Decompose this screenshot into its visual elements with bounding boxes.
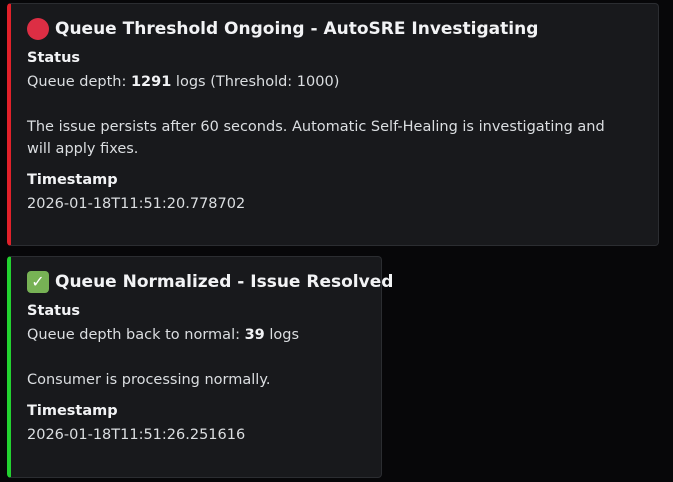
status-value: Queue depth: 1291 logs (Threshold: 1000) — [27, 71, 642, 93]
queue-depth-prefix: Queue depth: — [27, 74, 131, 90]
embed-title-text: Queue Normalized - Issue Resolved — [55, 272, 394, 292]
queue-depth-suffix: logs — [264, 327, 300, 343]
queue-depth-value: 1291 — [130, 74, 172, 90]
check-mark-button-icon: ✓ — [27, 271, 49, 293]
status-label: Status — [27, 303, 81, 319]
embed-title-text: Queue Threshold Ongoing - AutoSRE Invest… — [55, 19, 539, 39]
timestamp-value: 2026-01-18T11:51:20.778702 — [27, 196, 246, 212]
embed-title: Queue Threshold Ongoing - AutoSRE Invest… — [27, 18, 642, 40]
alert-embed-threshold: Queue Threshold Ongoing - AutoSRE Invest… — [7, 3, 659, 246]
resolved-embed-normalized: ✓ Queue Normalized - Issue Resolved Stat… — [7, 256, 393, 478]
timestamp-value: 2026-01-18T11:51:26.251616 — [27, 427, 246, 443]
queue-depth-suffix: logs (Threshold: 1000) — [171, 74, 340, 90]
queue-depth-value: 39 — [244, 327, 265, 343]
red-circle-icon — [27, 18, 49, 40]
status-value: Queue depth back to normal: 39 logs — [27, 324, 365, 346]
timestamp-label: Timestamp — [27, 172, 118, 188]
timestamp-label: Timestamp — [27, 403, 118, 419]
status-message: The issue persists after 60 seconds. Aut… — [27, 119, 605, 157]
status-label: Status — [27, 50, 81, 66]
queue-depth-prefix: Queue depth back to normal: — [27, 327, 245, 343]
status-message: Consumer is processing normally. — [27, 372, 271, 388]
embed-title: ✓ Queue Normalized - Issue Resolved — [27, 271, 393, 293]
